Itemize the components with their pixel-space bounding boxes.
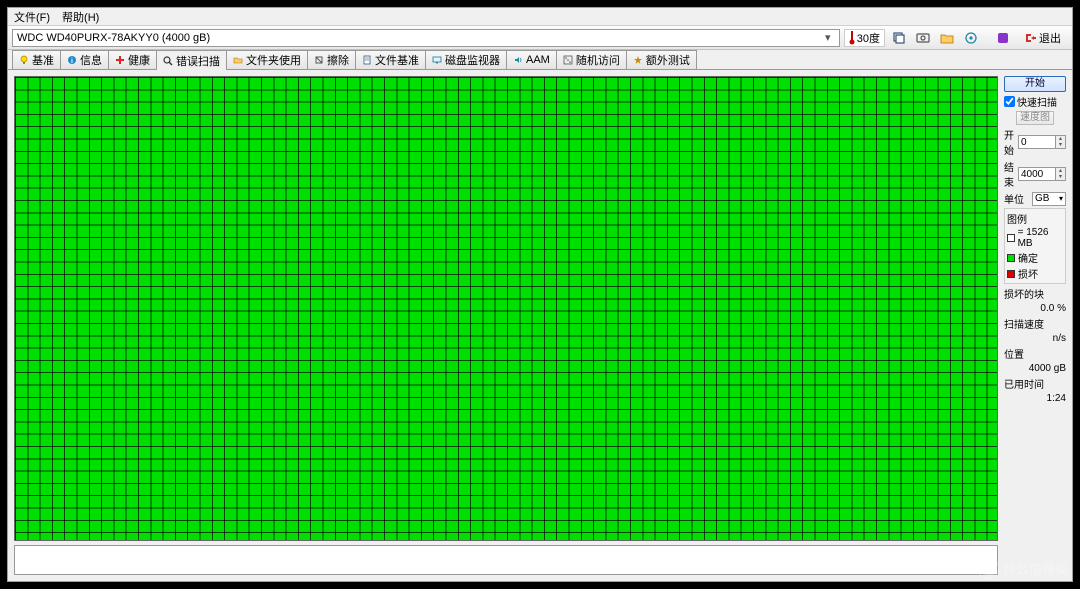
tab-9[interactable]: 随机访问 (556, 50, 627, 69)
position-label: 位置 (1004, 346, 1066, 361)
doc-icon (362, 55, 372, 65)
monitor-icon (432, 55, 442, 65)
chevron-down-icon: ▾ (1059, 194, 1063, 203)
tab-1[interactable]: i 信息 (60, 50, 109, 69)
tab-8[interactable]: AAM (506, 50, 557, 69)
exit-button[interactable]: 退出 (1017, 28, 1068, 48)
drive-select-text: WDC WD40PURX-78AKYY0 (4000 gB) (17, 32, 210, 44)
side-panel: 开始 快速扫描 速度图 开始 0 ▴▾ 结束 4000 ▴▾ (1004, 76, 1066, 575)
legend-blocksize: = 1526 MB (1018, 227, 1063, 249)
menu-help[interactable]: 帮助(H) (62, 9, 99, 25)
quick-scan-label: 快速扫描 (1017, 94, 1057, 109)
menubar: 文件(F) 帮助(H) (8, 8, 1072, 26)
legend-bad: 损坏 (1018, 266, 1038, 281)
tab-label: 擦除 (327, 52, 349, 68)
toolbar: WDC WD40PURX-78AKYY0 (4000 gB) ▾ 30度 退出 (8, 26, 1072, 50)
elapsed-value: 1:24 (1004, 393, 1066, 404)
tab-7[interactable]: 磁盘监视器 (425, 50, 507, 69)
end-spinner[interactable]: ▴▾ (1056, 167, 1066, 181)
lightbulb-icon (19, 55, 29, 65)
unit-select[interactable]: GB ▾ (1032, 192, 1066, 206)
tabbar: 基准 i 信息 健康 错误扫描 文件夹使用 擦除 文件基准 磁盘监视器 AAM 随机访问 额外测试 (8, 50, 1072, 70)
ok-swatch (1007, 254, 1015, 262)
scan-block-grid (14, 76, 998, 541)
copy-icon[interactable] (889, 28, 909, 48)
tab-label: 信息 (80, 52, 102, 68)
info-icon: i (67, 55, 77, 65)
tab-label: 基准 (32, 52, 54, 68)
legend-title: 图例 (1007, 211, 1063, 226)
speed-value: n/s (1004, 333, 1066, 344)
tab-10[interactable]: 额外测试 (626, 50, 697, 69)
damaged-value: 0.0 % (1004, 303, 1066, 314)
tab-3[interactable]: 错误扫描 (156, 50, 227, 70)
tab-2[interactable]: 健康 (108, 50, 157, 69)
block-icon (1007, 234, 1015, 242)
elapsed-label: 已用时间 (1004, 376, 1066, 391)
tab-label: 文件基准 (375, 52, 419, 68)
unit-value: GB (1035, 193, 1049, 204)
start-button[interactable]: 开始 (1004, 76, 1066, 92)
tab-4[interactable]: 文件夹使用 (226, 50, 308, 69)
random-icon (563, 55, 573, 65)
tab-0[interactable]: 基准 (12, 50, 61, 69)
start-label: 开始 (1004, 127, 1018, 157)
main-area: 开始 快速扫描 速度图 开始 0 ▴▾ 结束 4000 ▴▾ (8, 70, 1072, 581)
erase-icon (314, 55, 324, 65)
speed-label: 扫描速度 (1004, 316, 1066, 331)
svg-text:i: i (71, 58, 73, 65)
search-icon (163, 56, 173, 66)
tab-label: AAM (526, 54, 550, 66)
app-window: 文件(F) 帮助(H) WDC WD40PURX-78AKYY0 (4000 g… (7, 7, 1073, 582)
log-box (14, 545, 998, 575)
plus-icon (115, 55, 125, 65)
screenshot-icon[interactable] (913, 28, 933, 48)
end-input[interactable]: 4000 (1018, 167, 1056, 181)
speedmap-button: 速度图 (1016, 111, 1054, 125)
start-input[interactable]: 0 (1018, 135, 1056, 149)
exit-label: 退出 (1039, 30, 1061, 46)
menu-file[interactable]: 文件(F) (14, 9, 50, 25)
tab-6[interactable]: 文件基准 (355, 50, 426, 69)
thermometer-icon (849, 31, 855, 45)
tab-label: 随机访问 (576, 52, 620, 68)
tab-label: 文件夹使用 (246, 52, 301, 68)
tab-label: 错误扫描 (176, 53, 220, 69)
folder-icon[interactable] (937, 28, 957, 48)
legend: 图例 = 1526 MB 确定 损坏 (1004, 208, 1066, 284)
legend-ok: 确定 (1018, 250, 1038, 265)
bad-swatch (1007, 270, 1015, 278)
unit-label: 单位 (1004, 191, 1024, 206)
grid-wrap (14, 76, 998, 575)
temperature-display: 30度 (844, 29, 885, 47)
chevron-down-icon[interactable]: ▾ (821, 31, 835, 44)
quick-scan-input[interactable] (1004, 96, 1015, 107)
folder-icon (233, 55, 243, 65)
tab-label: 额外测试 (646, 52, 690, 68)
tab-label: 健康 (128, 52, 150, 68)
exit-icon (1024, 32, 1036, 44)
end-label: 结束 (1004, 159, 1018, 189)
theme-icon[interactable] (993, 28, 1013, 48)
start-spinner[interactable]: ▴▾ (1056, 135, 1066, 149)
quick-scan-checkbox[interactable]: 快速扫描 (1004, 94, 1066, 109)
extra-icon (633, 55, 643, 65)
damaged-label: 损坏的块 (1004, 286, 1066, 301)
temperature-value: 30度 (857, 30, 880, 46)
settings-icon[interactable] (961, 28, 981, 48)
sound-icon (513, 55, 523, 65)
position-value: 4000 gB (1004, 363, 1066, 374)
tab-5[interactable]: 擦除 (307, 50, 356, 69)
tab-label: 磁盘监视器 (445, 52, 500, 68)
drive-select[interactable]: WDC WD40PURX-78AKYY0 (4000 gB) ▾ (12, 29, 840, 47)
